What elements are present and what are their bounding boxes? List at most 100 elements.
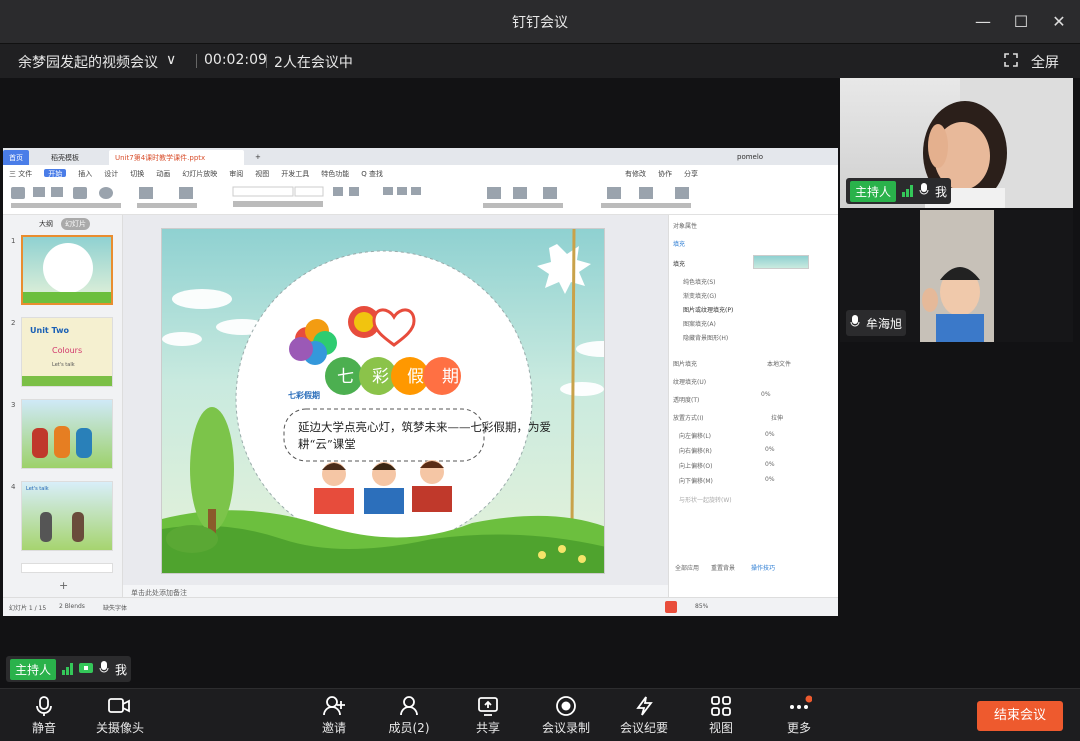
menu-transition[interactable]: 切换 <box>130 169 144 178</box>
share-label: 共享 <box>475 721 500 735</box>
panel-tab-outline[interactable]: 大纲 <box>39 219 53 229</box>
object-properties-panel: 对象属性 填充 填充 纯色填充(S) 渐变填充(G) 图片或纹理填充(P) 图案… <box>668 215 838 597</box>
menu-modified[interactable]: 有修改 <box>625 169 646 178</box>
menu-insert[interactable]: 插入 <box>78 169 92 178</box>
ribbon-tools-icon[interactable] <box>3 181 838 215</box>
participant-tile-2[interactable]: 牟海旭 <box>840 210 1073 342</box>
members-button[interactable]: 成员(2) <box>386 693 432 736</box>
record-icon <box>538 693 594 719</box>
signal-icon <box>902 185 914 197</box>
mute-button[interactable]: 静音 <box>22 693 66 736</box>
menu-developer[interactable]: 开发工具 <box>281 169 309 178</box>
status-theme: 2 Blends <box>59 603 85 610</box>
fill-option-pattern[interactable]: 图案填充(A) <box>683 319 716 328</box>
invite-button[interactable]: 邀请 <box>314 693 354 736</box>
apply-all-button[interactable]: 全部应用 <box>675 563 699 572</box>
slide-canvas: 七 彩 假 期 七彩假期 延边大学点亮心灯，筑梦未来——七彩假期，为爱耕“云”课… <box>123 215 668 585</box>
slide-thumbnail-3[interactable] <box>21 399 113 469</box>
offset-input[interactable]: 0% <box>765 476 775 483</box>
field-value[interactable]: 本地文件 <box>767 359 791 368</box>
wps-user[interactable]: pomelo <box>731 150 769 165</box>
more-button[interactable]: 更多 <box>782 693 816 736</box>
wps-tab-store[interactable]: 稻壳模板 <box>45 150 85 165</box>
shared-screen-stage: 首页 稻壳模板 Unit7第4课时教学课件.pptx + pomelo 三 文件… <box>0 78 838 688</box>
status-font[interactable]: 缺失字体 <box>103 603 127 612</box>
transparency-slider[interactable]: 0% <box>761 391 771 398</box>
divider <box>266 54 267 68</box>
menu-search[interactable]: Q 查找 <box>361 169 383 178</box>
participant-name: 我 <box>935 184 948 199</box>
play-icon[interactable] <box>665 601 677 613</box>
meeting-name[interactable]: 余梦园发起的视频会议 <box>18 52 158 72</box>
wps-presentation-window: 首页 稻壳模板 Unit7第4课时教学课件.pptx + pomelo 三 文件… <box>3 148 838 616</box>
fullscreen-icon[interactable] <box>1004 53 1018 71</box>
fill-preview[interactable] <box>753 255 809 269</box>
thumb-title: Let's talk <box>26 486 49 492</box>
field-label: 放置方式(I) <box>673 415 704 422</box>
offset-input[interactable]: 0% <box>765 461 775 468</box>
menu-share[interactable]: 分享 <box>684 169 698 178</box>
menu-file[interactable]: 三 文件 <box>9 169 32 178</box>
grid-view-icon <box>704 693 738 719</box>
rotate-checkbox[interactable]: 与形状一起旋转(W) <box>679 495 732 504</box>
add-person-icon <box>314 693 354 719</box>
add-slide-button[interactable]: + <box>59 579 68 592</box>
close-button[interactable]: ✕ <box>1044 10 1074 34</box>
heading-char: 彩 <box>372 367 389 387</box>
menu-home[interactable]: 开始 <box>44 169 67 178</box>
record-button[interactable]: 会议录制 <box>538 693 594 736</box>
self-status-strip: 主持人 我 <box>6 656 132 682</box>
fullscreen-button[interactable]: 全屏 <box>1031 52 1059 72</box>
end-meeting-button[interactable]: 结束会议 <box>977 701 1063 731</box>
signal-icon <box>62 663 74 675</box>
participant-name: 牟海旭 <box>866 316 903 331</box>
field-label: 透明度(T) <box>673 397 700 404</box>
thumb-note: Let's talk <box>52 362 75 368</box>
zoom-level[interactable]: 85% <box>695 603 708 610</box>
tips-link[interactable]: 操作技巧 <box>751 563 775 572</box>
offset-input[interactable]: 0% <box>765 446 775 453</box>
menu-animation[interactable]: 动画 <box>156 169 170 178</box>
current-slide[interactable]: 七 彩 假 期 七彩假期 延边大学点亮心灯，筑梦未来——七彩假期，为爱耕“云”课… <box>161 228 605 574</box>
wps-status-bar: 幻灯片 1 / 15 2 Blends 缺失字体 85% <box>3 597 838 616</box>
menu-design[interactable]: 设计 <box>104 169 118 178</box>
panel-tab-slides[interactable]: 幻灯片 <box>61 218 90 230</box>
menu-review[interactable]: 审阅 <box>229 169 243 178</box>
heading-char: 假 <box>407 367 424 387</box>
wps-tab-home[interactable]: 首页 <box>3 150 29 165</box>
slide-thumbnail-5[interactable] <box>21 563 113 573</box>
menu-features[interactable]: 特色功能 <box>321 169 349 178</box>
minimize-button[interactable]: — <box>968 10 998 34</box>
maximize-button[interactable]: ☐ <box>1006 10 1036 34</box>
menu-view[interactable]: 视图 <box>255 169 269 178</box>
participant-count: 2人在会议中 <box>274 55 353 71</box>
invite-label: 邀请 <box>321 721 346 735</box>
record-label: 会议录制 <box>541 721 590 735</box>
prop-tab-fill[interactable]: 填充 <box>673 239 685 248</box>
camera-button[interactable]: 关摄像头 <box>92 693 148 736</box>
slide-thumbnail-1[interactable] <box>21 235 113 305</box>
share-screen-icon <box>470 693 506 719</box>
menu-collaborate[interactable]: 协作 <box>658 169 672 178</box>
slide-thumbnail-2[interactable]: Unit Two Colours Let's talk <box>21 317 113 387</box>
share-button[interactable]: 共享 <box>470 693 506 736</box>
thumb-title: Unit Two <box>30 326 70 335</box>
chevron-down-icon[interactable]: ∨ <box>166 52 176 68</box>
slide-thumbnail-4[interactable]: Let's talk <box>21 481 113 551</box>
wps-tab-document[interactable]: Unit7第4课时教学课件.pptx <box>109 150 244 165</box>
members-label: 成员(2) <box>388 721 430 735</box>
view-button[interactable]: 视图 <box>704 693 738 736</box>
fill-option-solid[interactable]: 纯色填充(S) <box>683 277 716 286</box>
menu-slideshow[interactable]: 幻灯片放映 <box>182 169 217 178</box>
offset-input[interactable]: 0% <box>765 431 775 438</box>
notes-button[interactable]: 会议纪要 <box>616 693 672 736</box>
hide-background-checkbox[interactable]: 隐藏背景图形(H) <box>683 333 728 342</box>
reset-background-button[interactable]: 重置背景 <box>711 563 735 572</box>
fill-option-gradient[interactable]: 渐变填充(G) <box>683 291 716 300</box>
fill-option-picture[interactable]: 图片或纹理填充(P) <box>683 305 733 314</box>
microphone-icon[interactable] <box>99 660 109 679</box>
participant-tile-host[interactable]: 主持人 我 <box>840 78 1073 208</box>
thumb-number: 1 <box>11 237 16 245</box>
wps-tab-add[interactable]: + <box>249 150 267 165</box>
field-value[interactable]: 拉伸 <box>771 413 783 422</box>
